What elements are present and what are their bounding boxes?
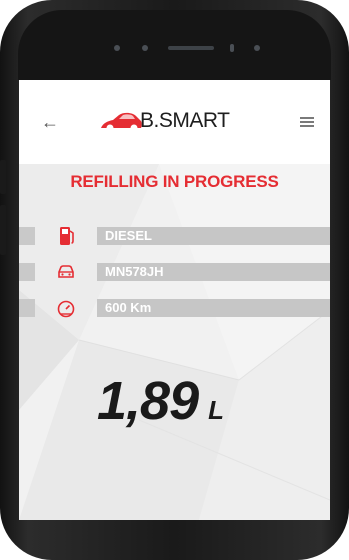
proximity-sensor xyxy=(114,45,120,51)
speedometer-icon xyxy=(57,300,75,318)
app-header: ← B. SMART xyxy=(19,80,330,164)
refill-amount-value: 1,89 xyxy=(97,371,199,431)
light-sensor xyxy=(142,45,148,51)
row-marker xyxy=(19,299,35,317)
brand-logo: B. SMART xyxy=(99,106,230,136)
front-camera xyxy=(254,45,260,51)
plate-bar: MN578JH xyxy=(97,263,330,281)
plate-value: MN578JH xyxy=(105,264,164,279)
fuel-type-row: DIESEL xyxy=(19,226,330,246)
brand-car-icon xyxy=(101,112,142,132)
refill-amount-unit: L xyxy=(208,395,224,425)
mileage-value: 600 Km xyxy=(105,300,152,315)
row-marker xyxy=(19,227,35,245)
fuel-pump-icon xyxy=(60,227,74,245)
plate-row: MN578JH xyxy=(19,262,330,282)
hamburger-menu-icon[interactable] xyxy=(296,111,318,133)
car-icon xyxy=(58,265,74,278)
row-marker xyxy=(19,263,35,281)
indicator-led xyxy=(230,44,234,52)
top-bezel xyxy=(18,10,331,80)
fuel-type-bar: DIESEL xyxy=(97,227,330,245)
back-arrow-icon[interactable]: ← xyxy=(39,111,61,133)
refill-amount: 1,89 L xyxy=(97,370,224,432)
status-title: REFILLING IN PROGRESS xyxy=(70,172,279,191)
mileage-bar: 600 Km xyxy=(97,299,330,317)
phone-mockup: ← B. SMART REFILLING IN PROGRESS DIESEL … xyxy=(0,0,349,560)
volume-up-button xyxy=(0,160,6,194)
volume-down-button xyxy=(0,205,6,255)
app-screen: ← B. SMART REFILLING IN PROGRESS DIESEL … xyxy=(19,80,330,520)
mileage-row: 600 Km xyxy=(19,298,330,318)
brand-name: SMART xyxy=(158,109,230,132)
brand-prefix: B. xyxy=(140,109,159,132)
fuel-type-value: DIESEL xyxy=(105,228,152,243)
earpiece-speaker xyxy=(168,46,214,50)
